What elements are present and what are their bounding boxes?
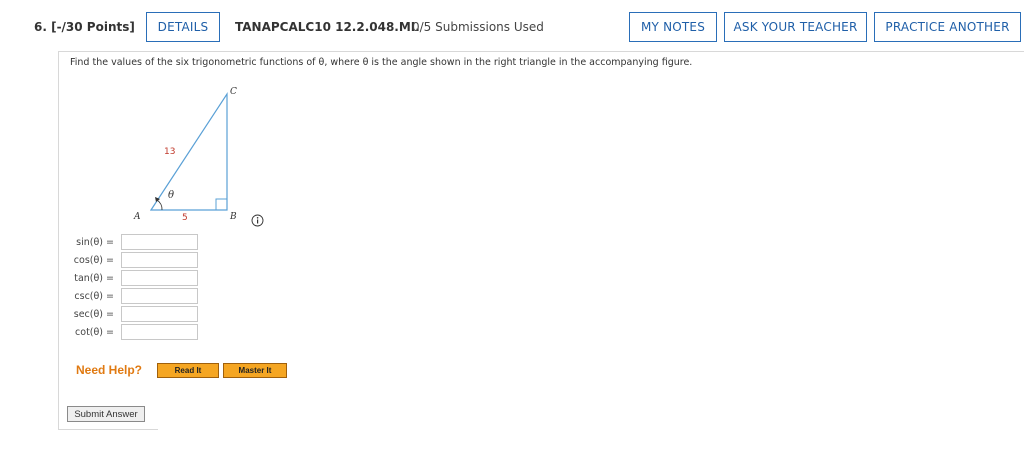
submissions-count: 0/5 Submissions Used (412, 20, 544, 34)
my-notes-button[interactable]: MY NOTES (629, 12, 717, 42)
cos-input[interactable] (121, 252, 198, 268)
sec-label: sec(θ) = (73, 309, 114, 320)
master-it-button[interactable]: Master It (223, 363, 287, 378)
question-number: 6. [-/30 Points] (34, 20, 135, 34)
answer-row-cot: cot(θ) = (60, 324, 200, 342)
sec-input[interactable] (121, 306, 198, 322)
question-prompt: Find the values of the six trigonometric… (70, 57, 693, 68)
cot-label: cot(θ) = (75, 327, 114, 338)
header-divider (58, 51, 1024, 52)
cot-input[interactable] (121, 324, 198, 340)
triangle-diagram (149, 91, 228, 211)
cos-label: cos(θ) = (73, 255, 114, 266)
sin-label: sin(θ) = (76, 237, 114, 248)
need-help-label: Need Help? (76, 363, 143, 377)
practice-another-button[interactable]: PRACTICE ANOTHER (874, 12, 1021, 42)
answer-row-tan: tan(θ) = (60, 270, 200, 288)
question-header: 6. [-/30 Points] DETAILS TANAPCALC10 12.… (0, 0, 1024, 52)
info-icon[interactable] (251, 214, 265, 228)
right-angle-marker (215, 198, 227, 210)
triangle-shape (149, 91, 228, 211)
ask-your-teacher-button[interactable]: ASK YOUR TEACHER (724, 12, 867, 42)
answer-row-sec: sec(θ) = (60, 306, 200, 324)
csc-input[interactable] (121, 288, 198, 304)
base-length-label: 5 (182, 213, 188, 223)
answer-row-cos: cos(θ) = (60, 252, 200, 270)
vertex-c-label: C (230, 87, 237, 97)
vertex-a-label: A (134, 212, 141, 222)
tan-input[interactable] (121, 270, 198, 286)
tan-label: tan(θ) = (74, 273, 114, 284)
angle-arc (156, 199, 163, 211)
triangle-figure: C A B 13 5 θ (125, 85, 285, 230)
read-it-button[interactable]: Read It (157, 363, 219, 378)
hypotenuse-length-label: 13 (164, 147, 176, 157)
sin-input[interactable] (121, 234, 198, 250)
details-button[interactable]: DETAILS (146, 12, 220, 42)
problem-code: TANAPCALC10 12.2.048.MI. (235, 20, 420, 34)
submit-answer-button[interactable]: Submit Answer (67, 406, 145, 422)
answer-row-csc: csc(θ) = (60, 288, 200, 306)
content-bottom-border (58, 429, 158, 430)
theta-angle-label: θ (168, 190, 175, 201)
content-left-border (58, 51, 59, 429)
vertex-b-label: B (230, 212, 237, 222)
answer-row-sin: sin(θ) = (60, 234, 200, 252)
csc-label: csc(θ) = (74, 291, 114, 302)
